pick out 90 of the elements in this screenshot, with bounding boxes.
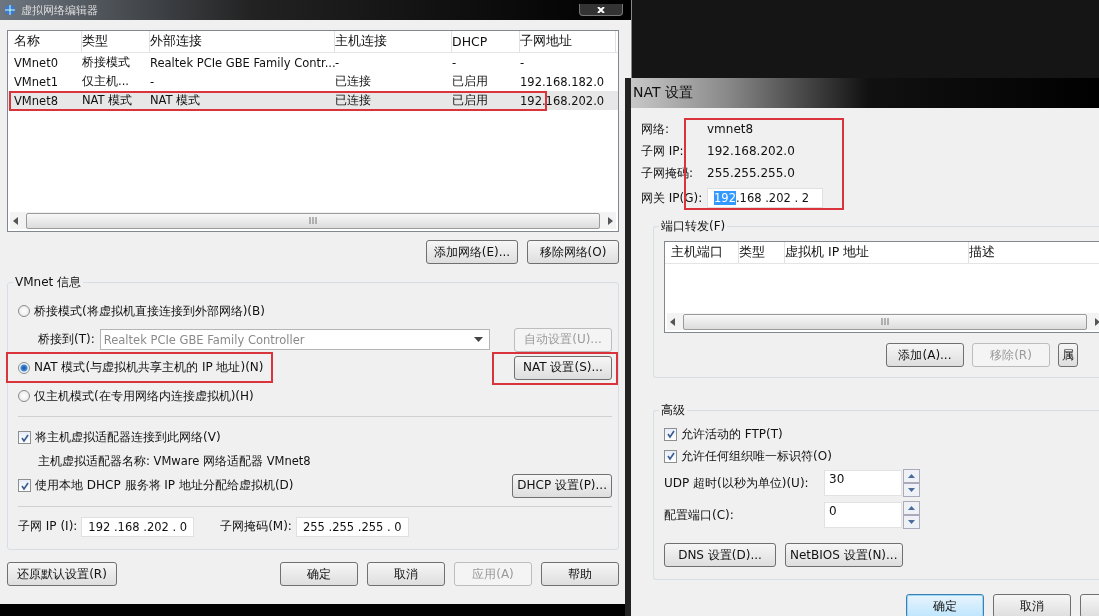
button[interactable]: 确定 [906,594,984,616]
grip-icon[interactable] [308,217,318,224]
checkbox-label: 允许任何组织唯一标识符(O) [681,447,832,465]
field-label: UDP 超时(以秒为单位)(U): [664,474,810,492]
table-cell-text: - [150,74,156,89]
field-value: vmnet8 [707,122,754,136]
button[interactable]: 添加(A)... [886,343,964,367]
group-title: 高级 [659,402,687,419]
checkbox-label: 使用本地 DHCP 服务将 IP 地址分配给虚拟机(D) [35,477,294,494]
field-value: 192.168.202.0 [707,144,795,158]
caret-icon [473,337,483,343]
checkbox-label: 允许活动的 FTP(T) [681,425,783,443]
ip-address-field[interactable]: 255 .255 .255 . 0 [295,516,409,537]
close-icon [596,6,606,13]
button[interactable]: 添加网络(E)... [426,240,518,264]
column-header[interactable]: DHCP [452,31,520,52]
field-label: 子网 IP (I): [18,518,78,536]
table-row[interactable]: VMnet1 仅主机... - 已连接 已启用 192.168.182.0 [8,72,618,91]
button[interactable]: 移除网络(O) [527,240,619,264]
radio-button[interactable] [18,361,30,374]
table-cell-text: VMnet8 [14,93,59,108]
column-header[interactable]: 子网地址 [520,31,616,52]
number-field[interactable]: 30 [824,470,902,496]
checkbox-label: 将主机虚拟适配器连接到此网络(V) [35,429,221,447]
table-cell-text: 已连接 [335,93,372,108]
column-header[interactable]: 名称 [14,31,82,52]
adapter-name-text: 主机虚拟适配器名称: VMware 网络适配器 VMnet8 [37,453,312,471]
table-row[interactable]: VMnet0 桥接模式 Realtek PCIe GBE Family Contr...- - - [8,53,618,72]
button[interactable]: 属 [1058,343,1078,367]
button[interactable]: 还原默认设置(R) [7,562,117,586]
number-field[interactable]: 0 [824,502,902,528]
table-cell-text: - [452,55,458,70]
spin-buttons-icon[interactable] [903,469,920,497]
checkbox[interactable] [664,427,677,441]
group-title: 端口转发(F) [659,218,728,235]
grip-icon[interactable] [880,318,890,325]
column-header[interactable]: 类型 [739,242,785,263]
table-cell-text: 桥接模式 [82,55,131,70]
radio-button[interactable] [18,390,30,403]
left-arrow-icon[interactable] [670,317,676,326]
checkbox[interactable] [18,479,31,492]
table-cell-text: NAT 模式 [82,93,134,108]
column-header[interactable]: 主机连接 [335,31,452,52]
checkbox[interactable] [664,449,677,463]
group-title: VMnet 信息 [13,274,84,291]
field-label: 子网掩码(M): [220,518,292,536]
column-header[interactable]: 类型 [82,31,150,52]
button[interactable]: NAT 设置(S)... [514,355,612,380]
column-header[interactable]: 描述 [969,242,1099,263]
checkbox[interactable] [18,431,31,445]
network-icon [4,4,16,16]
ip-address-field[interactable]: 192.168 .202 . 2 [707,188,823,208]
table-cell-text: 已连接 [335,74,372,89]
table-cell: Realtek PCIe GBE Family Contr... [150,55,335,70]
radio-label: NAT 模式(与虚拟机共享主机的 IP 地址)(N) [34,359,264,377]
scrollbar[interactable] [10,212,616,229]
column-header[interactable]: 外部连接 [150,31,335,52]
table-cell-text: VMnet0 [14,55,59,70]
button[interactable]: 帮助 [541,562,619,586]
field-label: 网络: [641,120,671,138]
button[interactable]: DHCP 设置(P)... [512,473,612,498]
field-value: 255.255.255.0 [707,166,795,180]
close-button[interactable] [579,4,623,16]
table-cell-text: - [335,55,341,70]
button[interactable]: 取消 [367,562,445,586]
window-title: 虚拟网络编辑器 [21,2,98,18]
left-arrow-icon[interactable] [13,216,19,225]
table-cell-text: 仅主机... [82,74,130,89]
table-cell-text: 已启用 [452,93,489,108]
right-arrow-icon[interactable] [607,216,613,225]
button[interactable]: 确定 [280,562,358,586]
radio-button[interactable] [18,305,30,318]
table-cell-text: VMnet1 [14,74,59,89]
column-header[interactable]: 主机端口 [671,242,739,263]
button[interactable]: 取消 [993,594,1071,616]
table-cell-text: 已启用 [452,74,489,89]
table-cell-text: 192.168.182.0 [520,74,606,89]
button[interactable]: NetBIOS 设置(N)... [785,543,903,567]
ip-address-field[interactable]: 192 .168 .202 . 0 [81,516,195,537]
spin-buttons-icon[interactable] [903,501,920,529]
table-cell-text: NAT 模式 [150,93,202,108]
field-label: 配置端口(C): [664,506,735,524]
window-title: NAT 设置 [633,84,693,102]
scrollbar[interactable] [667,313,1099,330]
button[interactable]: DNS 设置(D)... [664,543,776,567]
field-label: 子网 IP: [641,142,685,160]
field-label: 桥接到(T): [38,331,95,349]
table-cell-text: - [520,55,526,70]
column-header[interactable]: 虚拟机 IP 地址 [785,242,969,263]
right-arrow-icon[interactable] [1094,317,1099,326]
